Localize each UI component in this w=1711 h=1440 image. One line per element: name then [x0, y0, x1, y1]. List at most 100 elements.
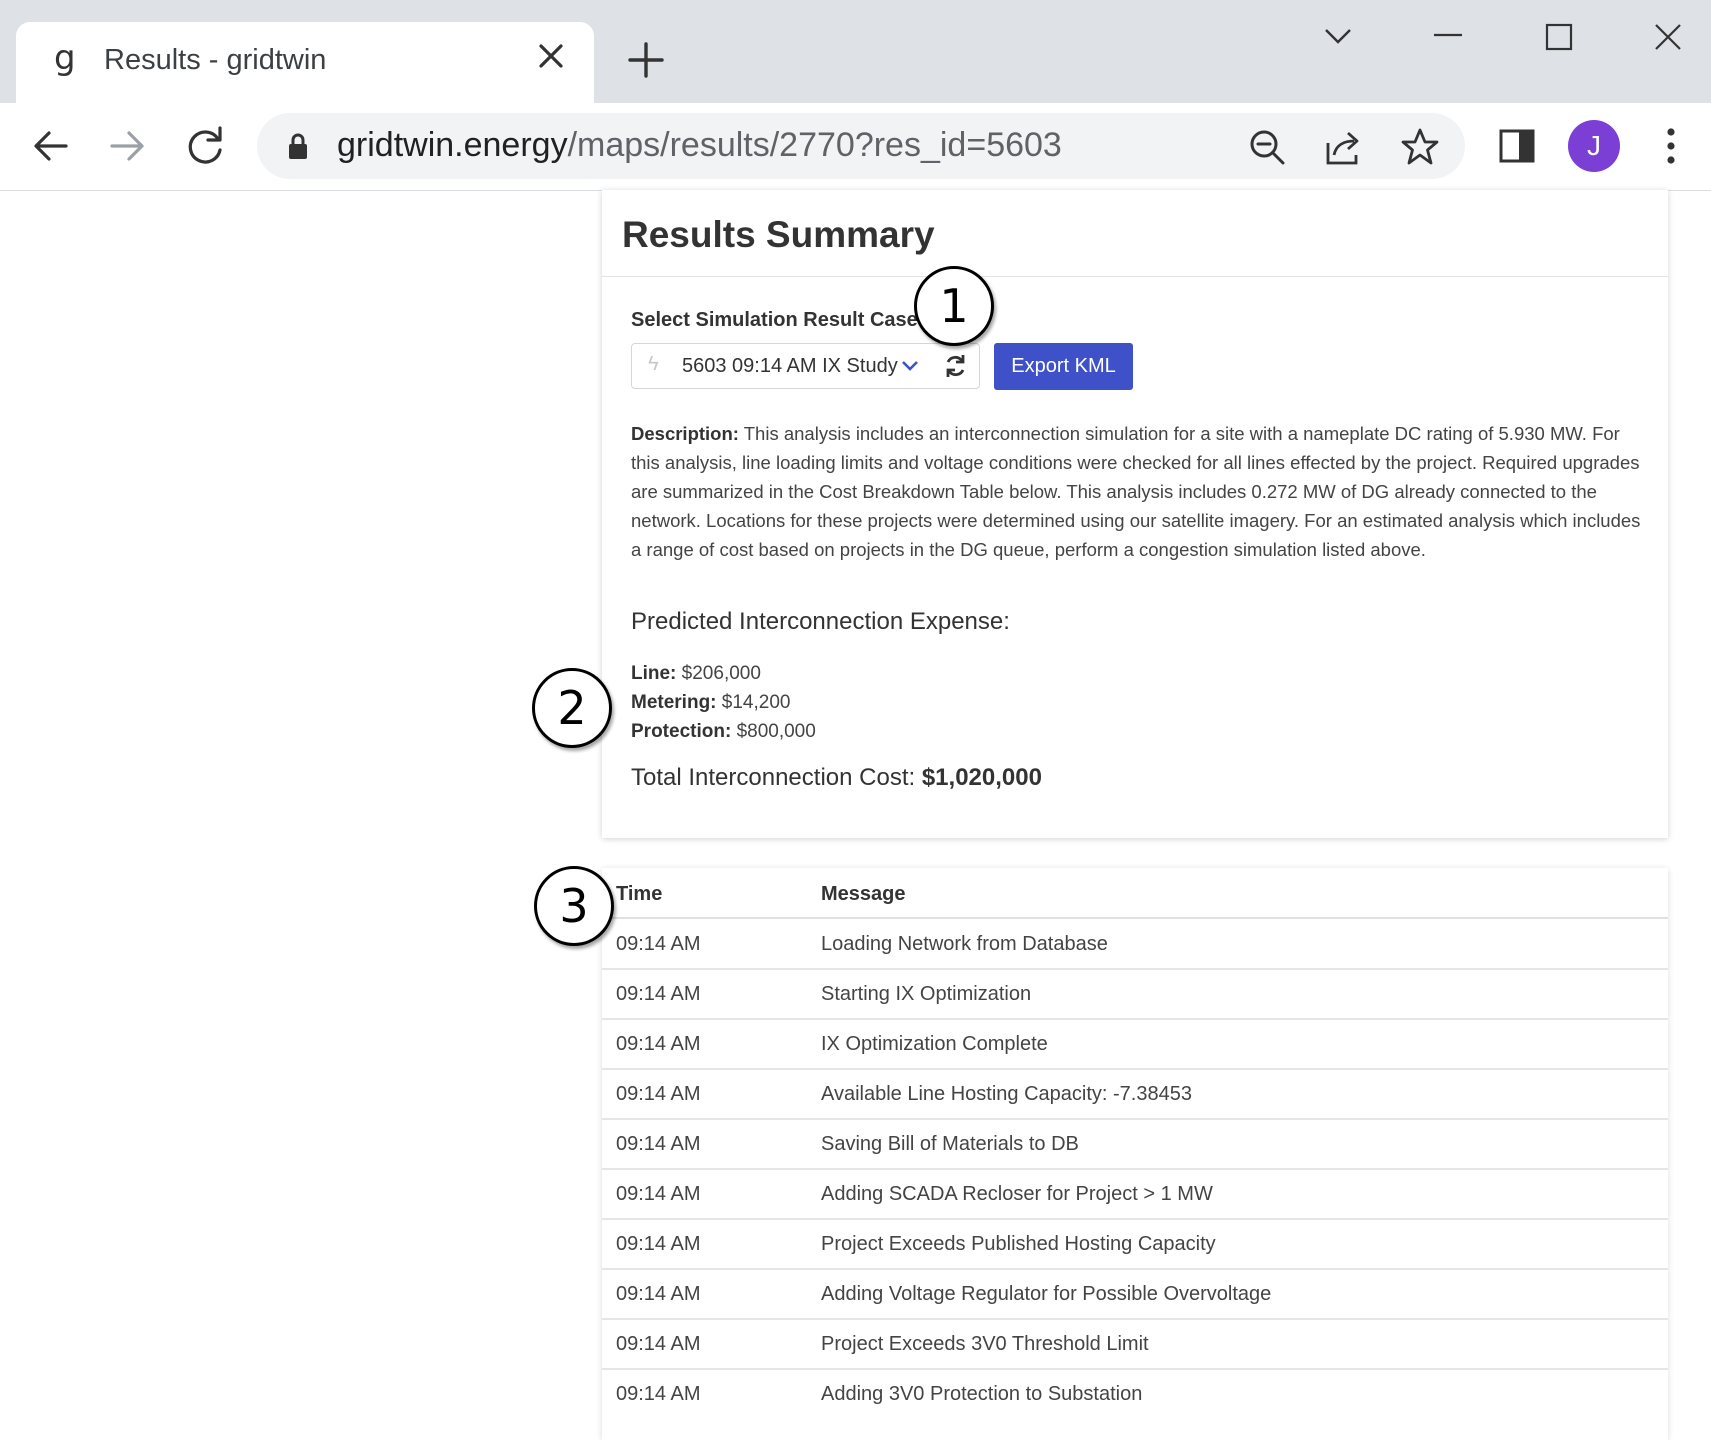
- message-cell: Adding Voltage Regulator for Possible Ov…: [821, 1283, 1272, 1305]
- table-row: 09:14 AM Adding 3V0 Protection to Substat…: [602, 1369, 1668, 1418]
- cost-value: $14,200: [721, 692, 791, 713]
- browser-tab[interactable]: g Results - gridtwin: [16, 22, 594, 103]
- table-header: Time Message: [602, 868, 1668, 919]
- time-cell: 09:14 AM: [616, 1283, 701, 1305]
- message-cell: Loading Network from Database: [821, 933, 1108, 955]
- refresh-button[interactable]: [932, 343, 980, 389]
- address-bar[interactable]: gridtwin.energy/maps/results/2770?res_id…: [257, 113, 1465, 179]
- url-host: gridtwin.energy: [337, 126, 568, 164]
- bookmark-button[interactable]: [1400, 127, 1440, 167]
- chevron-down-icon: [902, 361, 918, 371]
- maximize-button[interactable]: [1534, 18, 1584, 58]
- reload-icon: [188, 126, 222, 164]
- table-row: 09:14 AM Starting IX Optimization: [602, 969, 1668, 1020]
- description-label: Description:: [631, 423, 739, 444]
- export-kml-button[interactable]: Export KML: [994, 343, 1133, 390]
- url-path: /maps/results/2770?res_id=5603: [567, 126, 1062, 164]
- new-tab-button[interactable]: [624, 38, 668, 82]
- browser-toolbar: gridtwin.energy/maps/results/2770?res_id…: [0, 103, 1711, 191]
- side-panel-button[interactable]: [1494, 123, 1540, 169]
- time-cell: 09:14 AM: [616, 1233, 701, 1255]
- callout-1: 1: [914, 266, 994, 346]
- back-button[interactable]: [28, 123, 74, 169]
- favicon-icon: g: [54, 38, 76, 78]
- message-cell: IX Optimization Complete: [821, 1033, 1048, 1055]
- share-button[interactable]: [1324, 127, 1364, 167]
- refresh-icon: [946, 355, 965, 377]
- callout-3: 3: [534, 866, 614, 946]
- cost-label: Metering:: [631, 692, 717, 713]
- bolt-icon: ϟ: [648, 353, 659, 375]
- description-text: This analysis includes an interconnectio…: [631, 423, 1641, 560]
- time-cell: 09:14 AM: [616, 1383, 701, 1405]
- table-row: 09:14 AM Project Exceeds 3V0 Threshold Li…: [602, 1319, 1668, 1370]
- time-cell: 09:14 AM: [616, 1333, 701, 1355]
- browser-menu-button[interactable]: [1648, 123, 1694, 169]
- page-title: Results Summary: [622, 214, 935, 255]
- total-cost: Total Interconnection Cost: $1,020,000: [631, 764, 1042, 792]
- tab-search-button[interactable]: [1313, 18, 1363, 58]
- maximize-icon: [1545, 23, 1573, 51]
- zoom-button[interactable]: [1247, 127, 1287, 167]
- message-cell: Adding 3V0 Protection to Substation: [821, 1383, 1143, 1405]
- message-cell: Adding SCADA Recloser for Project > 1 MW: [821, 1183, 1213, 1205]
- zoom-out-icon: [1250, 130, 1285, 165]
- window-close-button[interactable]: [1643, 18, 1693, 58]
- message-cell: Available Line Hosting Capacity: -7.3845…: [821, 1083, 1192, 1105]
- time-cell: 09:14 AM: [616, 983, 701, 1005]
- total-value: $1,020,000: [921, 764, 1042, 791]
- close-icon: [539, 44, 563, 68]
- forward-button[interactable]: [104, 123, 150, 169]
- cost-value: $800,000: [736, 721, 816, 742]
- time-cell: 09:14 AM: [616, 1133, 701, 1155]
- time-cell: 09:14 AM: [616, 1083, 701, 1105]
- time-cell: 09:14 AM: [616, 1033, 701, 1055]
- kebab-menu-icon: [1667, 128, 1675, 164]
- expense-heading: Predicted Interconnection Expense:: [631, 608, 1010, 635]
- close-icon: [1655, 24, 1681, 50]
- url-text[interactable]: gridtwin.energy/maps/results/2770?res_id…: [337, 126, 1062, 165]
- cost-line-metering: Metering: $14,200: [631, 692, 790, 714]
- tab-close-button[interactable]: [538, 42, 564, 74]
- cost-line-protection: Protection: $800,000: [631, 721, 816, 743]
- profile-avatar[interactable]: J: [1568, 120, 1620, 172]
- time-cell: 09:14 AM: [616, 1183, 701, 1205]
- reload-button[interactable]: [182, 123, 228, 169]
- time-cell: 09:14 AM: [616, 933, 701, 955]
- selected-case-value: 5603 09:14 AM IX Study: [682, 355, 898, 377]
- side-panel-icon: [1499, 129, 1535, 163]
- total-label: Total Interconnection Cost:: [631, 764, 916, 791]
- message-cell: Saving Bill of Materials to DB: [821, 1133, 1079, 1155]
- message-cell: Starting IX Optimization: [821, 983, 1032, 1005]
- callout-2: 2: [532, 668, 612, 748]
- cost-label: Line:: [631, 663, 677, 684]
- table-row: 09:14 AM Adding SCADA Recloser for Projec…: [602, 1169, 1668, 1220]
- plus-icon: [628, 42, 664, 78]
- column-header-time: Time: [616, 883, 663, 905]
- minimize-icon: [1434, 33, 1462, 37]
- result-case-select[interactable]: ϟ 5603 09:14 AM IX Study: [631, 343, 934, 389]
- cost-label: Protection:: [631, 721, 732, 742]
- share-icon: [1326, 131, 1359, 165]
- table-row: 09:14 AM Saving Bill of Materials to DB: [602, 1119, 1668, 1170]
- back-arrow-icon: [34, 131, 68, 161]
- star-icon: [1401, 128, 1439, 165]
- forward-arrow-icon: [110, 131, 144, 161]
- table-row: 09:14 AM Project Exceeds Published Hostin…: [602, 1219, 1668, 1270]
- message-cell: Project Exceeds Published Hosting Capaci…: [821, 1233, 1216, 1255]
- message-cell: Project Exceeds 3V0 Threshold Limit: [821, 1333, 1149, 1355]
- results-summary-card: Results Summary Select Simulation Result…: [602, 190, 1668, 838]
- table-row: 09:14 AM Available Line Hosting Capacity:…: [602, 1069, 1668, 1120]
- tab-strip: g Results - gridtwin: [0, 0, 1711, 103]
- log-table: Time Message 09:14 AM Loading Network fro…: [602, 868, 1668, 1440]
- lock-icon: [289, 133, 307, 159]
- minimize-button[interactable]: [1423, 18, 1473, 58]
- table-row: 09:14 AM IX Optimization Complete: [602, 1019, 1668, 1070]
- chevron-down-icon: [1325, 29, 1351, 44]
- cost-line-line: Line: $206,000: [631, 663, 761, 685]
- cost-value: $206,000: [681, 663, 761, 684]
- description: Description: This analysis includes an i…: [631, 419, 1641, 564]
- column-header-message: Message: [821, 883, 906, 905]
- card-header: Results Summary: [602, 190, 1668, 277]
- table-row: 09:14 AM Loading Network from Database: [602, 919, 1668, 970]
